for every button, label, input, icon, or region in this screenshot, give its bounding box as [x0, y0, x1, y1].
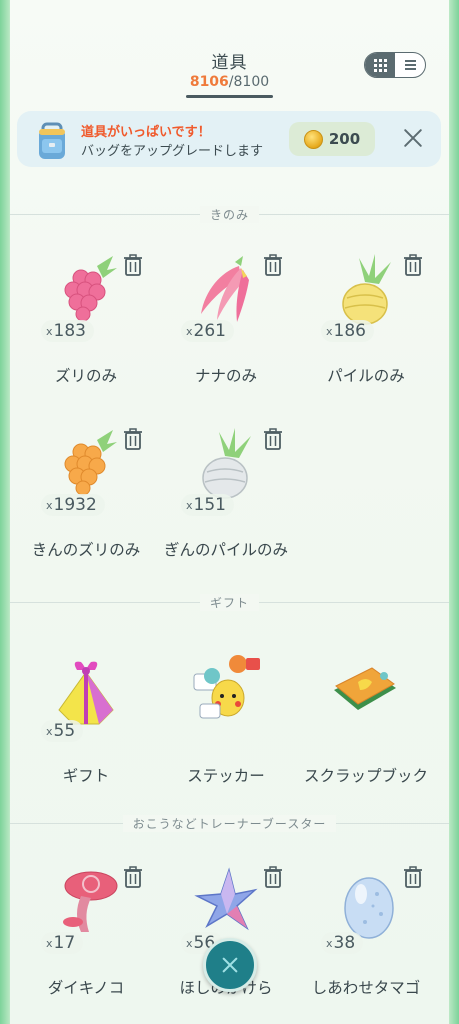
- trash-icon[interactable]: [263, 254, 283, 276]
- lucky-egg-icon: [344, 877, 394, 939]
- item-count-current: 8106: [189, 74, 229, 90]
- item-name: ステッカー: [187, 767, 265, 785]
- grid-view-button[interactable]: [365, 53, 395, 77]
- item-sticker[interactable]: ステッカー: [153, 640, 299, 790]
- close-button[interactable]: [203, 938, 257, 992]
- mushroom-icon: [63, 871, 118, 932]
- item-name: ギフト: [62, 767, 110, 785]
- upgrade-price: 200: [328, 130, 361, 148]
- close-icon: [220, 955, 240, 975]
- grid-icon: [373, 58, 387, 72]
- banner-title: 道具がいっぱいです！: [81, 125, 211, 140]
- item-name: スクラップブック: [303, 767, 428, 785]
- gift-icon: [58, 661, 114, 725]
- item-name: ダイキノコ: [47, 979, 125, 997]
- pinap-berry-icon: [342, 254, 391, 325]
- coin-icon: [303, 129, 323, 149]
- trash-icon[interactable]: [403, 866, 423, 888]
- item-lucky-egg[interactable]: x 38 しあわせタマゴ: [293, 852, 439, 1002]
- list-icon: [404, 60, 416, 70]
- list-view-button[interactable]: [395, 53, 425, 77]
- golden-razz-berry-icon: [64, 430, 117, 496]
- item-name: きんのズリのみ: [31, 541, 141, 559]
- trash-icon[interactable]: [123, 428, 143, 450]
- sticker-icon: [193, 655, 260, 719]
- item-razz-berry[interactable]: x 183 ズリのみ: [13, 240, 159, 390]
- item-name: しあわせタマゴ: [311, 979, 421, 997]
- item-scrapbook[interactable]: スクラップブック: [293, 640, 439, 790]
- item-golden-razz-berry[interactable]: x 1932 きんのズリのみ: [13, 414, 159, 564]
- nanab-berry-icon: [201, 256, 249, 322]
- section-header-berries: きのみ: [10, 206, 449, 223]
- view-toggle[interactable]: [364, 52, 426, 78]
- item-pinap-berry[interactable]: x 186 パイルのみ: [293, 240, 439, 390]
- section-header-gifts: ギフト: [10, 594, 449, 611]
- silver-pinap-berry-icon: [202, 428, 251, 499]
- star-piece-icon: [194, 867, 258, 931]
- item-quantity: x 186: [321, 320, 374, 342]
- trash-icon[interactable]: [123, 866, 143, 888]
- item-max-mushroom[interactable]: x 17 ダイキノコ: [13, 852, 159, 1002]
- title-underline: [186, 95, 273, 98]
- item-name: パイルのみ: [327, 367, 405, 385]
- trash-icon[interactable]: [263, 866, 283, 888]
- upgrade-bag-button[interactable]: 200: [289, 122, 375, 156]
- item-quantity: x 151: [181, 494, 234, 516]
- item-silver-pinap-berry[interactable]: x 151 ぎんのパイルのみ: [153, 414, 299, 564]
- razz-berry-icon: [64, 256, 117, 322]
- item-count-max: 8100: [233, 74, 270, 90]
- item-quantity: x 55: [41, 720, 84, 742]
- item-gift[interactable]: x 55 ギフト: [13, 640, 159, 790]
- item-quantity: x 261: [181, 320, 234, 342]
- scrapbook-icon: [334, 667, 396, 710]
- item-quantity: x 183: [41, 320, 94, 342]
- backpack-icon: [39, 122, 65, 159]
- item-quantity: x 17: [41, 932, 84, 954]
- item-name: ズリのみ: [54, 367, 117, 385]
- close-banner-icon[interactable]: [403, 128, 423, 148]
- trash-icon[interactable]: [403, 254, 423, 276]
- item-name: ぎんのパイルのみ: [163, 541, 288, 559]
- item-quantity: x 38: [321, 932, 364, 954]
- item-name: ナナのみ: [194, 367, 257, 385]
- trash-icon[interactable]: [123, 254, 143, 276]
- trash-icon[interactable]: [263, 428, 283, 450]
- item-nanab-berry[interactable]: x 261 ナナのみ: [153, 240, 299, 390]
- banner-subtitle: バッグをアップグレードします: [81, 144, 264, 159]
- item-quantity: x 1932: [41, 494, 105, 516]
- bag-full-banner: 道具がいっぱいです！ バッグをアップグレードします 200: [17, 111, 441, 167]
- section-header-boosters: おこうなどトレーナーブースター: [10, 815, 449, 832]
